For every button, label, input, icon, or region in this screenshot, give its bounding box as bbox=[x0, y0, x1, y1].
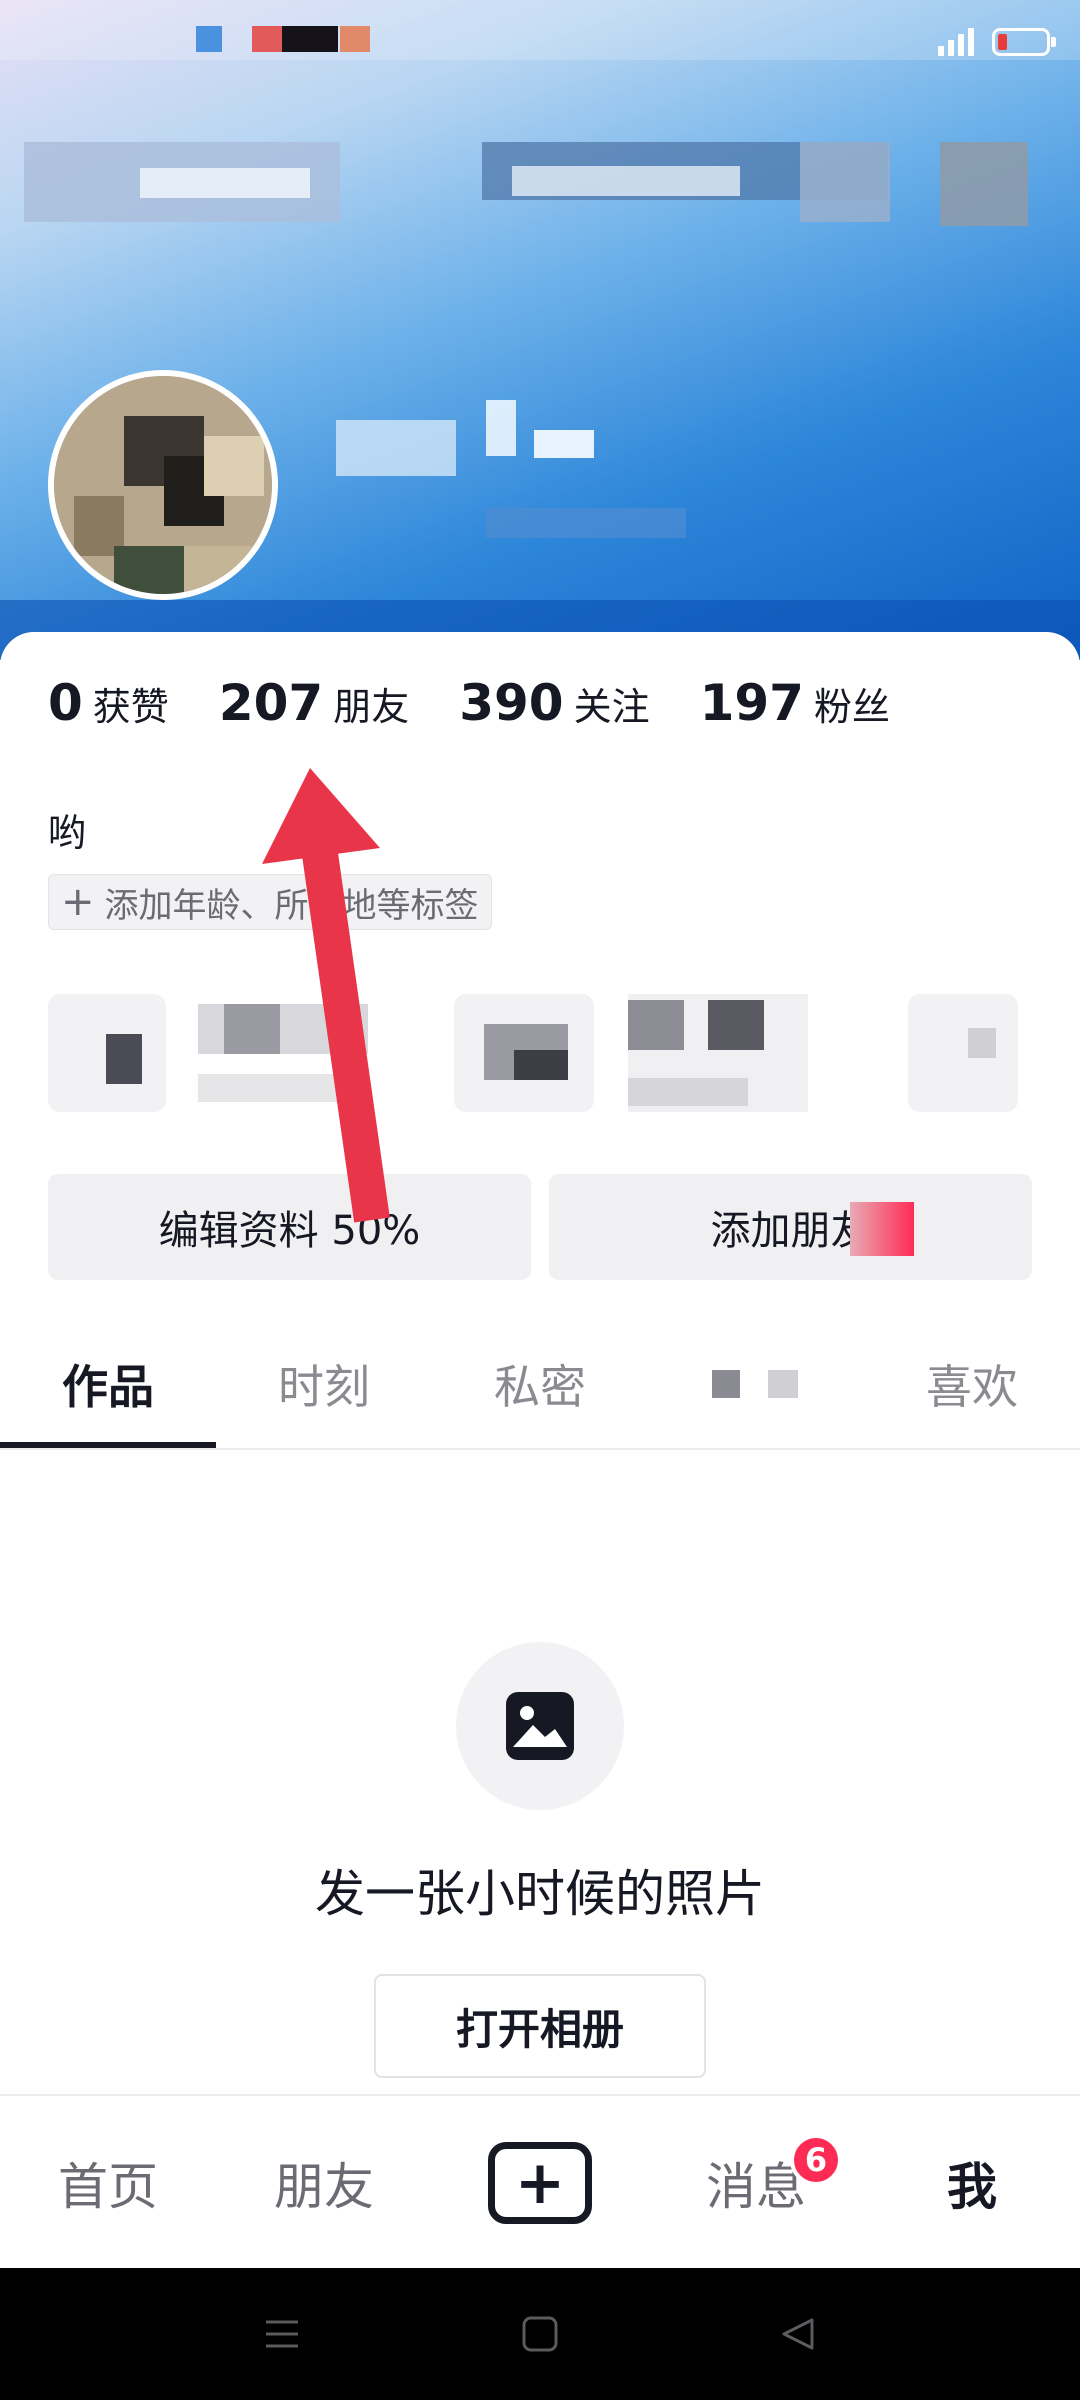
blurred-block bbox=[198, 1074, 368, 1102]
status-icons bbox=[938, 28, 1056, 56]
blurred-block bbox=[940, 142, 1028, 226]
menu-icon[interactable] bbox=[262, 2314, 302, 2354]
blurred-block bbox=[224, 1004, 280, 1054]
add-tag-label: 添加年龄、所在地等标签 bbox=[104, 885, 479, 926]
nav-home[interactable]: 首页 bbox=[0, 2096, 216, 2270]
back-icon[interactable] bbox=[778, 2314, 818, 2354]
bio-text: 哟 bbox=[48, 811, 87, 855]
bottom-nav: 首页 朋友 + 消息 6 我 bbox=[0, 2094, 1080, 2270]
stat-value: 390 bbox=[459, 674, 564, 732]
tab-private[interactable]: 私密 bbox=[432, 1322, 648, 1446]
blurred-block bbox=[106, 1034, 142, 1084]
service-shortcuts bbox=[48, 994, 1080, 1114]
stat-following[interactable]: 390 关注 bbox=[459, 674, 649, 732]
tab-works[interactable]: 作品 bbox=[0, 1322, 216, 1446]
stat-label: 获赞 bbox=[92, 685, 169, 729]
add-friends-button[interactable]: 添加朋友 bbox=[549, 1174, 1032, 1280]
stats-row: 0 获赞 207 朋友 390 关注 197 粉丝 bbox=[48, 674, 940, 732]
nav-me[interactable]: 我 bbox=[864, 2096, 1080, 2270]
tab-moments[interactable]: 时刻 bbox=[216, 1322, 432, 1446]
blurred-block bbox=[850, 1202, 914, 1256]
empty-state-icon-bg bbox=[456, 1642, 624, 1810]
blurred-block bbox=[628, 1000, 684, 1050]
blurred-block bbox=[336, 420, 456, 476]
image-icon bbox=[506, 1692, 574, 1760]
nav-messages[interactable]: 消息 bbox=[648, 2096, 864, 2270]
stat-label: 朋友 bbox=[333, 685, 410, 729]
stat-label: 粉丝 bbox=[813, 685, 890, 729]
blurred-block bbox=[800, 142, 890, 222]
messages-badge: 6 bbox=[790, 2134, 842, 2186]
signal-icon bbox=[938, 28, 974, 56]
empty-state-title: 发一张小时候的照片 bbox=[315, 1865, 765, 1923]
plus-icon: + bbox=[514, 2148, 566, 2218]
system-nav-bar bbox=[0, 2268, 1080, 2400]
stat-value: 197 bbox=[699, 674, 804, 732]
blurred-block bbox=[768, 1370, 798, 1398]
open-album-button[interactable]: 打开相册 bbox=[374, 1974, 706, 2078]
battery-icon bbox=[992, 28, 1056, 56]
plus-icon: + bbox=[61, 879, 95, 925]
blurred-block bbox=[628, 1078, 748, 1106]
tab-hidden[interactable] bbox=[648, 1322, 864, 1446]
blurred-block bbox=[140, 168, 310, 198]
tab-label: 时刻 bbox=[278, 1360, 370, 1414]
service-item[interactable] bbox=[908, 994, 1018, 1112]
open-album-label: 打开相册 bbox=[455, 2004, 624, 2054]
stat-value: 0 bbox=[48, 674, 83, 732]
nav-create[interactable]: + bbox=[432, 2096, 648, 2270]
stat-likes[interactable]: 0 获赞 bbox=[48, 674, 169, 732]
stat-label: 关注 bbox=[573, 685, 650, 729]
tab-label: 喜欢 bbox=[926, 1360, 1018, 1414]
stat-value: 207 bbox=[218, 674, 324, 732]
nav-label: 首页 bbox=[58, 2158, 158, 2216]
nav-friends[interactable]: 朋友 bbox=[216, 2096, 432, 2270]
profile-action-row: 编辑资料 50% 添加朋友 bbox=[48, 1174, 1032, 1280]
edit-profile-label: 编辑资料 50% bbox=[158, 1208, 421, 1254]
add-friends-label: 添加朋友 bbox=[710, 1208, 871, 1254]
edit-profile-button[interactable]: 编辑资料 50% bbox=[48, 1174, 531, 1280]
nav-label: 我 bbox=[947, 2158, 997, 2216]
stat-friends[interactable]: 207 朋友 bbox=[219, 674, 409, 732]
content-tabs: 作品 时刻 私密 喜欢 bbox=[0, 1322, 1080, 1450]
blurred-block bbox=[486, 400, 516, 456]
blurred-block bbox=[486, 508, 686, 538]
avatar[interactable] bbox=[48, 370, 278, 600]
stat-followers[interactable]: 197 粉丝 bbox=[700, 674, 890, 732]
blurred-block bbox=[514, 1050, 568, 1080]
status-bar bbox=[0, 0, 1080, 80]
tab-label: 私密 bbox=[494, 1360, 586, 1414]
create-button[interactable]: + bbox=[488, 2142, 592, 2224]
add-tag-button[interactable]: + 添加年龄、所在地等标签 bbox=[48, 874, 492, 930]
active-tab-indicator bbox=[0, 1442, 216, 1448]
blurred-block bbox=[512, 166, 740, 196]
blurred-block bbox=[708, 1000, 764, 1050]
profile-card: 0 获赞 207 朋友 390 关注 197 粉丝 哟 + 添加年龄、所在地等标… bbox=[0, 632, 1080, 2102]
home-square-icon[interactable] bbox=[520, 2314, 560, 2354]
blurred-block bbox=[712, 1370, 740, 1398]
blurred-block bbox=[534, 430, 594, 458]
profile-banner[interactable] bbox=[0, 0, 1080, 660]
tab-label: 作品 bbox=[62, 1360, 154, 1414]
nav-label: 朋友 bbox=[274, 2158, 374, 2216]
blurred-block bbox=[968, 1028, 996, 1058]
tab-likes[interactable]: 喜欢 bbox=[864, 1322, 1080, 1446]
